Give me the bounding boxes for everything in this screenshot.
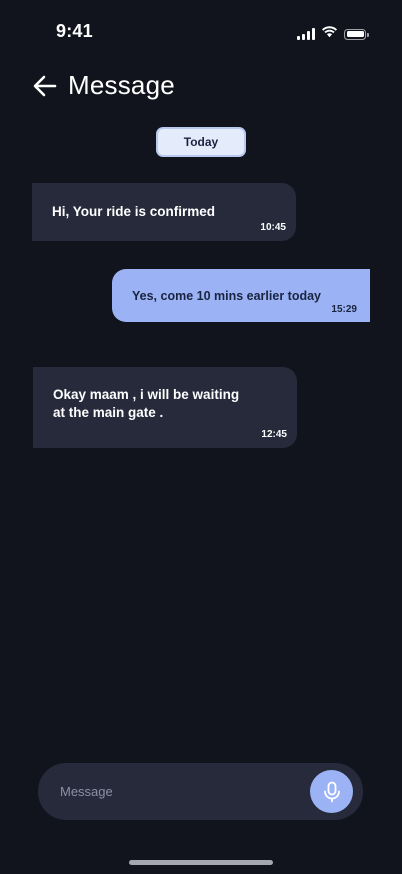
message-text: Yes, come 10 mins earlier today <box>132 289 321 303</box>
status-time: 9:41 <box>56 21 93 41</box>
message-time: 10:45 <box>260 222 286 233</box>
message-input[interactable] <box>60 778 290 805</box>
cellular-signal-icon <box>297 28 315 40</box>
message-bubble-incoming[interactable]: Okay maam , i will be waiting at the mai… <box>33 367 297 448</box>
message-bubble-incoming[interactable]: Hi, Your ride is confirmed 10:45 <box>32 183 296 241</box>
back-button[interactable] <box>32 73 58 99</box>
message-bubble-outgoing[interactable]: Yes, come 10 mins earlier today 15:29 <box>112 269 370 322</box>
wifi-icon <box>321 25 338 43</box>
message-time: 12:45 <box>261 429 287 440</box>
microphone-icon <box>323 781 340 802</box>
home-indicator <box>129 860 273 865</box>
message-composer <box>38 763 363 820</box>
page-title: Message <box>68 70 175 100</box>
message-text: Hi, Your ride is confirmed <box>52 204 216 219</box>
status-icons <box>297 25 369 43</box>
date-badge: Today <box>156 127 246 157</box>
header: Message <box>32 70 175 101</box>
status-bar: 9:41 <box>0 0 402 54</box>
battery-icon <box>344 28 369 40</box>
message-time: 15:29 <box>331 304 357 315</box>
mic-button[interactable] <box>310 770 353 813</box>
arrow-left-icon <box>33 75 57 96</box>
message-text: Okay maam , i will be waiting at the mai… <box>53 387 240 420</box>
